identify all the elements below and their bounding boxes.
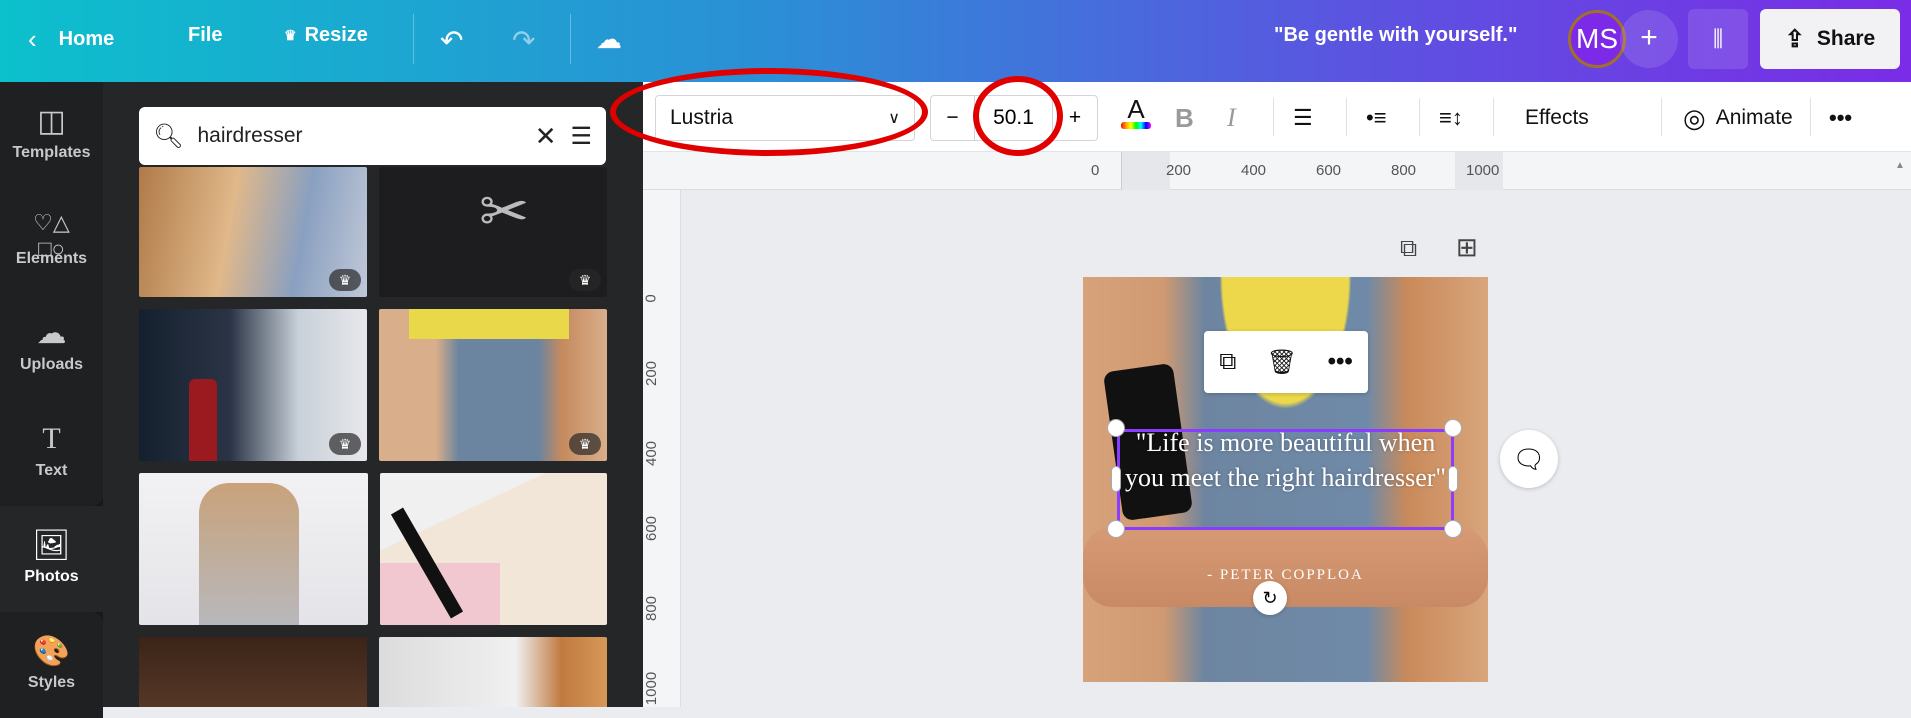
bold-button[interactable]: B — [1175, 96, 1194, 140]
design-title[interactable]: "Be gentle with yourself." — [1274, 24, 1517, 47]
photos-icon: 🖼 — [32, 529, 71, 562]
crown-icon: ♛ — [329, 433, 361, 455]
resize-handle[interactable] — [1107, 520, 1125, 538]
share-button[interactable]: ⇪ Share — [1760, 9, 1900, 69]
search-icon: 🔍︎ — [153, 122, 184, 150]
side-handle[interactable] — [1111, 466, 1121, 492]
top-bar: ‹ Home File ♛ Resize ↶ ↷ ☁ "Be gentle with… — [0, 0, 1911, 82]
bar-chart-icon: ⫼ — [1712, 26, 1724, 51]
add-comment-icon[interactable]: 🗨︎ — [1500, 430, 1558, 488]
animate-button[interactable]: ◎ Animate — [1683, 96, 1793, 140]
horizontal-ruler: 0 200 400 600 800 1000 — [643, 152, 1911, 190]
resize-button[interactable]: ♛ Resize — [284, 24, 368, 47]
photo-thumbnail[interactable] — [380, 473, 607, 625]
redo-icon[interactable]: ↷ — [512, 24, 535, 57]
side-handle[interactable] — [1448, 466, 1458, 492]
text-color-button[interactable]: A — [1121, 96, 1151, 140]
insights-button[interactable]: ⫼ — [1688, 9, 1748, 69]
upload-share-icon: ⇪ — [1784, 25, 1805, 53]
sidebar-item-templates[interactable]: ◫ Templates — [0, 82, 103, 188]
filter-icon[interactable]: ☰ — [570, 122, 592, 151]
effects-button[interactable]: Effects — [1525, 96, 1589, 140]
more-icon[interactable]: ••• — [1328, 348, 1353, 376]
resize-handle[interactable] — [1444, 520, 1462, 538]
scroll-up-arrow[interactable]: ▲ — [1895, 160, 1905, 171]
chevron-left-icon: ‹ — [28, 24, 37, 54]
avatar[interactable]: MS — [1568, 10, 1626, 68]
duplicate-icon[interactable]: ⧉ — [1219, 348, 1236, 376]
sidebar-item-styles[interactable]: 🎨 Styles — [0, 612, 103, 718]
undo-icon[interactable]: ↶ — [440, 24, 463, 57]
crown-icon: ♛ — [284, 27, 297, 43]
more-options-icon[interactable]: ••• — [1829, 96, 1852, 140]
add-collaborator-button[interactable]: + — [1620, 10, 1678, 68]
list-icon[interactable]: •≡ — [1366, 96, 1387, 140]
author-text[interactable]: - PETER COPPLOA — [1083, 567, 1488, 584]
sidebar-item-text[interactable]: T Text — [0, 400, 103, 506]
element-floating-menu: ⧉ 🗑︎ ••• — [1204, 331, 1368, 393]
text-icon: T — [42, 422, 61, 455]
crown-icon: ♛ — [569, 433, 601, 455]
italic-button[interactable]: I — [1227, 96, 1236, 140]
rotate-icon[interactable]: ↻ — [1253, 581, 1287, 615]
photo-thumbnail[interactable] — [379, 637, 607, 707]
align-center-icon[interactable]: ☰ — [1293, 96, 1313, 140]
annotation-ellipse — [973, 76, 1063, 156]
add-page-icon[interactable]: ⊞ — [1456, 232, 1478, 263]
sidebar-item-photos[interactable]: 🖼 Photos — [0, 506, 103, 612]
sidebar-item-elements[interactable]: ♡△ □○ Elements — [0, 188, 103, 294]
decrease-font-size-button[interactable]: − — [931, 96, 975, 140]
photo-thumbnail[interactable]: ✂ ♛ — [379, 167, 607, 297]
sidebar: ◫ Templates ♡△ □○ Elements ☁ Uploads T Text 🖼… — [0, 82, 103, 718]
annotation-ellipse — [610, 68, 928, 156]
photo-thumbnail[interactable] — [139, 637, 367, 707]
photo-thumbnail[interactable]: ♛ — [139, 309, 367, 461]
text-color-icon: A — [1127, 94, 1145, 124]
photos-panel: ♛ ✂♛ ♛ ♛ 🔍︎ ✕ ☰ — [103, 82, 643, 707]
elements-icon: ♡△ □○ — [33, 210, 70, 261]
photo-thumbnail[interactable] — [139, 473, 368, 625]
search-input[interactable] — [197, 124, 521, 148]
crown-icon: ♛ — [569, 269, 601, 291]
photo-thumbnail[interactable]: ♛ — [139, 167, 367, 297]
file-menu[interactable]: File — [188, 24, 222, 47]
resize-handle[interactable] — [1444, 419, 1462, 437]
clear-search-icon[interactable]: ✕ — [535, 121, 557, 152]
resize-handle[interactable] — [1107, 419, 1125, 437]
cloud-saved-icon[interactable]: ☁ — [596, 24, 622, 55]
animate-icon: ◎ — [1683, 102, 1706, 133]
vertical-ruler: 0 200 400 600 800 1000 — [643, 190, 681, 707]
selection-box — [1117, 429, 1454, 530]
trash-icon[interactable]: 🗑︎ — [1267, 348, 1297, 377]
search-bar: 🔍︎ ✕ ☰ — [139, 107, 606, 165]
sidebar-item-uploads[interactable]: ☁ Uploads — [0, 294, 103, 400]
crown-icon: ♛ — [329, 269, 361, 291]
home-button[interactable]: ‹ Home — [28, 24, 114, 55]
duplicate-page-icon[interactable]: ⧉ — [1400, 235, 1417, 263]
photo-thumbnail[interactable]: ♛ — [379, 309, 607, 461]
upload-icon: ☁ — [36, 317, 67, 350]
templates-icon: ◫ — [37, 105, 66, 138]
spacing-icon[interactable]: ≡↕ — [1439, 96, 1463, 140]
palette-icon: 🎨 — [32, 635, 71, 668]
